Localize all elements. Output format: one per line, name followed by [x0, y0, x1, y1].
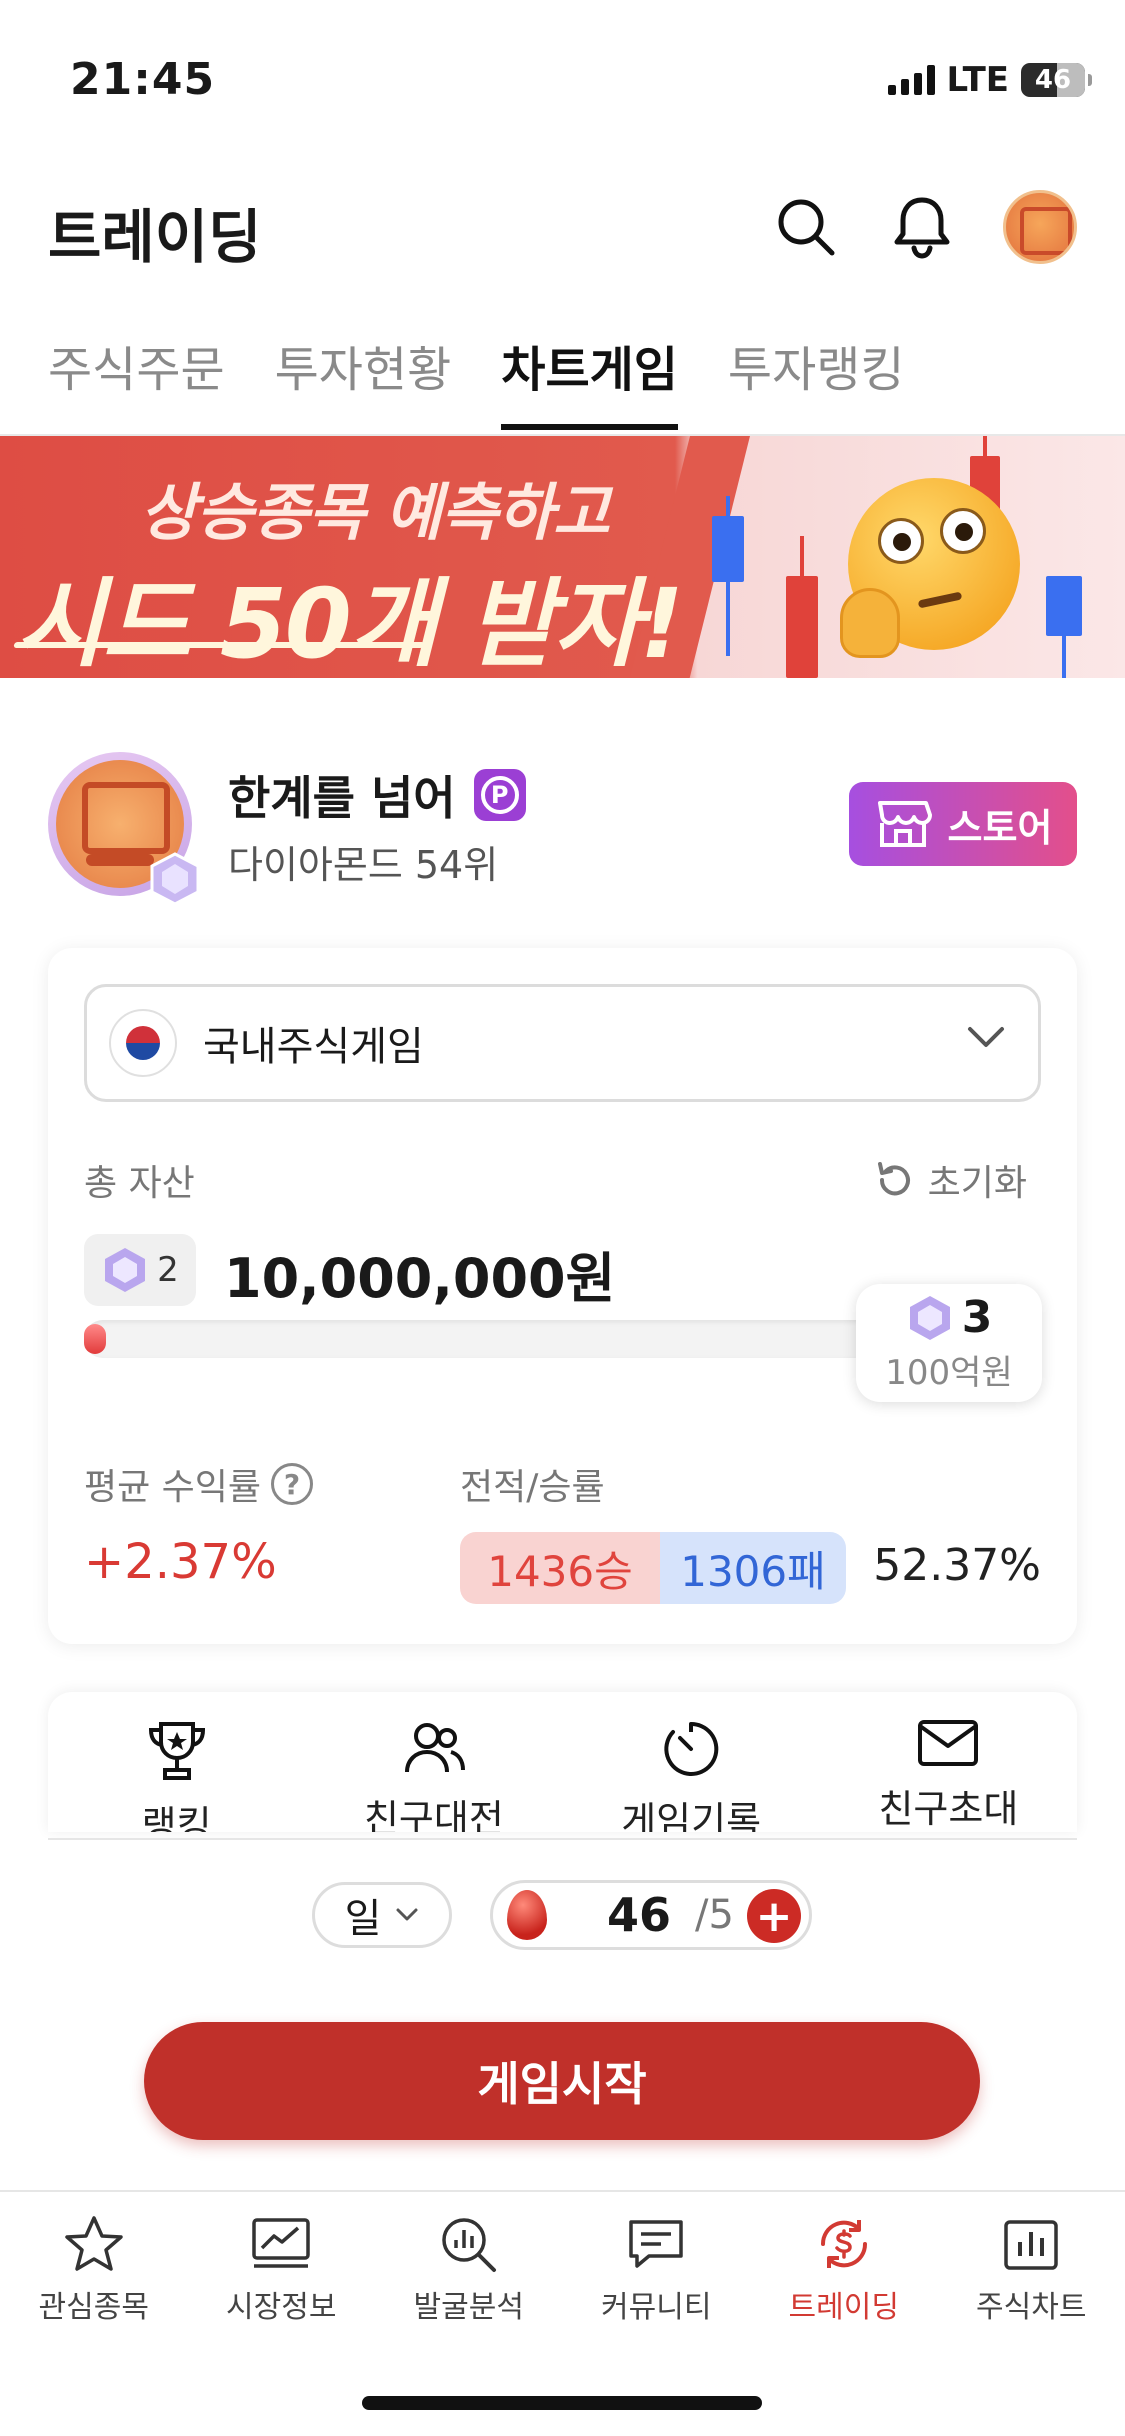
friends-icon [404, 1723, 465, 1773]
nav-watchlist[interactable]: 관심종목 [4, 2214, 184, 2326]
win-loss-bar: 1436승 1306패 [460, 1532, 846, 1604]
tab-investment-ranking[interactable]: 투자랭킹 [728, 330, 905, 426]
asset-progress-fill [84, 1324, 106, 1354]
market-select[interactable]: 국내주식게임 [84, 984, 1041, 1102]
candle-decoration [1046, 576, 1082, 678]
tab-stock-order[interactable]: 주식주문 [48, 330, 225, 426]
tab-chart-game[interactable]: 차트게임 [501, 330, 678, 430]
promo-banner[interactable]: 상승종목 예측하고 시드 50개 받자! [0, 436, 1125, 678]
nav-community[interactable]: 커뮤니티 [566, 2214, 746, 2326]
timer-icon [664, 1721, 719, 1776]
total-assets-label: 총 자산 [84, 1163, 195, 1204]
seed-icon [507, 1890, 547, 1940]
korea-flag-icon [109, 1009, 177, 1077]
gem-icon [909, 1295, 950, 1340]
search-icon[interactable] [771, 192, 841, 262]
user-profile: 한계를 넘어 P 다이아몬드 54위 스토어 [48, 748, 1077, 908]
chevron-down-icon [396, 1908, 418, 1921]
current-tier-level: 2 [157, 1250, 179, 1290]
user-name: 한계를 넘어 [228, 771, 456, 825]
home-indicator [362, 2396, 762, 2410]
bar-chart-icon [1004, 2220, 1058, 2270]
avg-return-label-row: 평균 수익률 ? [84, 1458, 314, 1510]
total-assets-amount: 10,000,000원 [224, 1247, 616, 1310]
wins-count: 1436승 [460, 1532, 660, 1604]
banner-line2: 시드 50개 받자! [16, 568, 684, 678]
goal-amount: 100억원 [885, 1353, 1013, 1393]
analysis-search-icon [442, 2218, 496, 2272]
diamond-tier-icon [150, 852, 200, 906]
tab-investment-status[interactable]: 투자현황 [275, 330, 452, 426]
nav-stock-chart[interactable]: 주식차트 [941, 2214, 1121, 2326]
reset-button[interactable]: 초기화 [874, 1154, 1027, 1206]
avg-return-label: 평균 수익률 [84, 1467, 262, 1508]
win-rate: 52.37% [873, 1540, 1041, 1591]
add-seed-button[interactable]: + [747, 1889, 801, 1943]
period-value: 일 [344, 1896, 382, 1942]
status-indicators: LTE 46 [887, 60, 1092, 100]
menu-invite-friend[interactable]: 친구초대 [838, 1718, 1058, 1832]
help-icon[interactable]: ? [271, 1463, 314, 1505]
record-label: 전적/승률 [460, 1467, 605, 1508]
bell-icon[interactable] [887, 192, 957, 262]
avg-return-value: +2.37% [84, 1534, 277, 1590]
market-select-value: 국내주식게임 [203, 1024, 424, 1070]
candle-decoration [712, 496, 744, 656]
store-button[interactable]: 스토어 [849, 782, 1077, 866]
banner-line1: 상승종목 예측하고 [140, 476, 610, 549]
candle-decoration [786, 536, 818, 678]
start-game-button[interactable]: 게임시작 [144, 2022, 980, 2140]
trophy-icon [148, 1722, 205, 1780]
seed-max: /5 [695, 1892, 734, 1938]
chat-icon [629, 2220, 683, 2268]
refresh-icon [877, 1162, 910, 1196]
sheet-divider [48, 1838, 1077, 1840]
battery-level: 46 [1034, 65, 1072, 95]
menu-friend-battle[interactable]: 친구대전 [324, 1718, 544, 1832]
status-bar: 21:45 LTE 46 [0, 0, 1125, 150]
premium-badge: P [473, 769, 526, 821]
battery-icon: 46 [1021, 63, 1092, 97]
app-header: 트레이딩 [0, 180, 1125, 271]
quick-menu: 랭킹 친구대전 게임기록 친구초대 [48, 1692, 1077, 1832]
mail-icon [918, 1720, 979, 1766]
seed-count: 46 [607, 1888, 672, 1942]
store-label: 스토어 [947, 805, 1053, 850]
menu-ranking[interactable]: 랭킹 [67, 1718, 287, 1832]
reset-label: 초기화 [927, 1163, 1027, 1204]
nav-market-info[interactable]: 시장정보 [191, 2214, 371, 2326]
chevron-down-icon [968, 1027, 1004, 1047]
network-type: LTE [946, 60, 1009, 100]
trading-icon [820, 2220, 867, 2268]
menu-game-history[interactable]: 게임기록 [581, 1718, 801, 1832]
gem-icon [105, 1248, 146, 1292]
period-select[interactable]: 일 [312, 1882, 452, 1948]
thinking-face-icon [840, 478, 1020, 658]
asset-progress-bar [84, 1320, 944, 1358]
losses-count: 1306패 [660, 1532, 846, 1604]
tab-bar: 주식주문 투자현황 차트게임 투자랭킹 [48, 330, 905, 430]
goal-tier-level: 3 [961, 1292, 993, 1343]
star-icon [65, 2216, 123, 2271]
market-chart-icon [252, 2218, 310, 2268]
page-title: 트레이딩 [48, 203, 262, 271]
nav-trading[interactable]: 트레이딩 [754, 2214, 934, 2326]
next-tier-goal: 3 100억원 [856, 1284, 1042, 1402]
profile-avatar[interactable] [1003, 190, 1077, 264]
current-tier-chip: 2 [84, 1234, 196, 1306]
seed-counter: 46 /5 + [490, 1880, 812, 1950]
status-time: 21:45 [70, 54, 216, 105]
user-name-row: 한계를 넘어 P [228, 762, 526, 828]
store-icon [877, 801, 932, 847]
user-rank: 다이아몬드 54위 [228, 843, 499, 887]
signal-icon [887, 65, 935, 95]
game-summary-card: 국내주식게임 총 자산 초기화 2 10,000,000원 3 100억원 평균… [48, 948, 1077, 1644]
nav-discovery-analysis[interactable]: 발굴분석 [379, 2214, 559, 2326]
banner-underline [13, 642, 425, 648]
